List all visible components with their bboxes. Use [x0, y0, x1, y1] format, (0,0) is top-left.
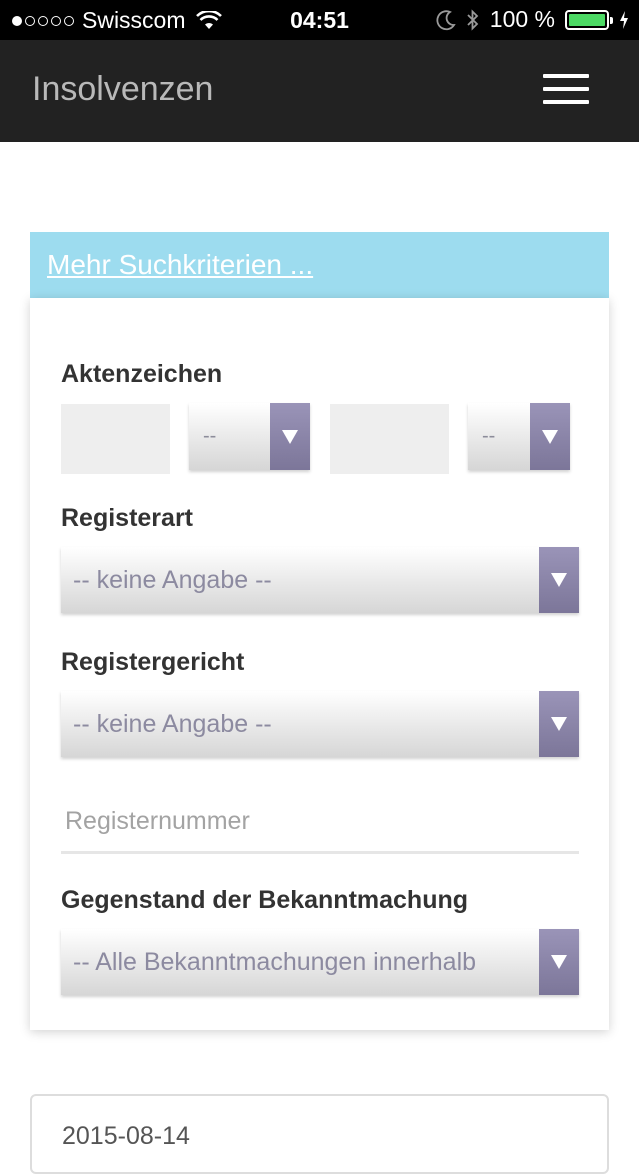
registergericht-label: Registergericht [61, 648, 245, 676]
signal-dot [12, 15, 22, 26]
status-bar-right: 100 % [436, 6, 629, 33]
chevron-down-icon [270, 403, 310, 470]
hamburger-line [543, 100, 589, 104]
gegenstand-label: Gegenstand der Bekanntmachung [61, 886, 469, 914]
select-value: -- [203, 425, 217, 447]
battery-fill [569, 13, 605, 26]
signal-strength-icon [12, 15, 74, 26]
chevron-down-icon [539, 929, 579, 995]
app-title: Insolvenzen [32, 70, 214, 108]
registernummer-placeholder: Registernummer [65, 807, 250, 835]
gegenstand-select[interactable]: -- Alle Bekanntmachungen innerhalb [61, 929, 579, 995]
status-bar: Swisscom 04:51 100 % [0, 0, 639, 40]
registergericht-select[interactable]: -- keine Angabe -- [61, 691, 579, 757]
aktenzeichen-select-1[interactable]: -- [189, 403, 310, 470]
hamburger-line [543, 87, 589, 91]
registerart-label: Registerart [61, 504, 193, 532]
more-criteria-header: Mehr Suchkriterien ... [30, 232, 609, 298]
aktenzeichen-label: Aktenzeichen [61, 360, 223, 388]
status-bar-left: Swisscom [12, 7, 222, 34]
charging-bolt-icon [620, 10, 628, 29]
more-criteria-link[interactable]: Mehr Suchkriterien ... [47, 249, 313, 281]
chevron-down-icon [539, 547, 579, 613]
signal-dot [64, 15, 74, 26]
signal-dot [25, 15, 35, 26]
aktenzeichen-input-2[interactable] [330, 404, 449, 474]
date-value: 2015-08-14 [62, 1122, 190, 1150]
chevron-down-icon [530, 403, 570, 470]
select-value: -- Alle Bekanntmachungen innerhalb [73, 948, 477, 976]
chevron-down-icon [539, 691, 579, 757]
battery-percent: 100 % [489, 6, 555, 32]
bluetooth-icon [467, 8, 479, 31]
select-value: -- keine Angabe -- [73, 566, 272, 594]
date-input[interactable]: 2015-08-14 [30, 1094, 609, 1174]
hamburger-icon[interactable] [543, 74, 589, 104]
select-value: -- [482, 425, 496, 447]
registernummer-input[interactable]: Registernummer [61, 800, 579, 854]
wifi-icon [195, 10, 222, 29]
registerart-select[interactable]: -- keine Angabe -- [61, 547, 579, 613]
moon-icon [436, 9, 456, 30]
carrier-name: Swisscom [82, 7, 186, 33]
signal-dot [38, 15, 48, 26]
hamburger-line [543, 74, 589, 78]
select-value: -- keine Angabe -- [73, 710, 272, 738]
aktenzeichen-select-2[interactable]: -- [468, 403, 570, 470]
aktenzeichen-input-1[interactable] [61, 404, 170, 474]
signal-dot [51, 15, 61, 26]
battery-icon [565, 9, 613, 30]
